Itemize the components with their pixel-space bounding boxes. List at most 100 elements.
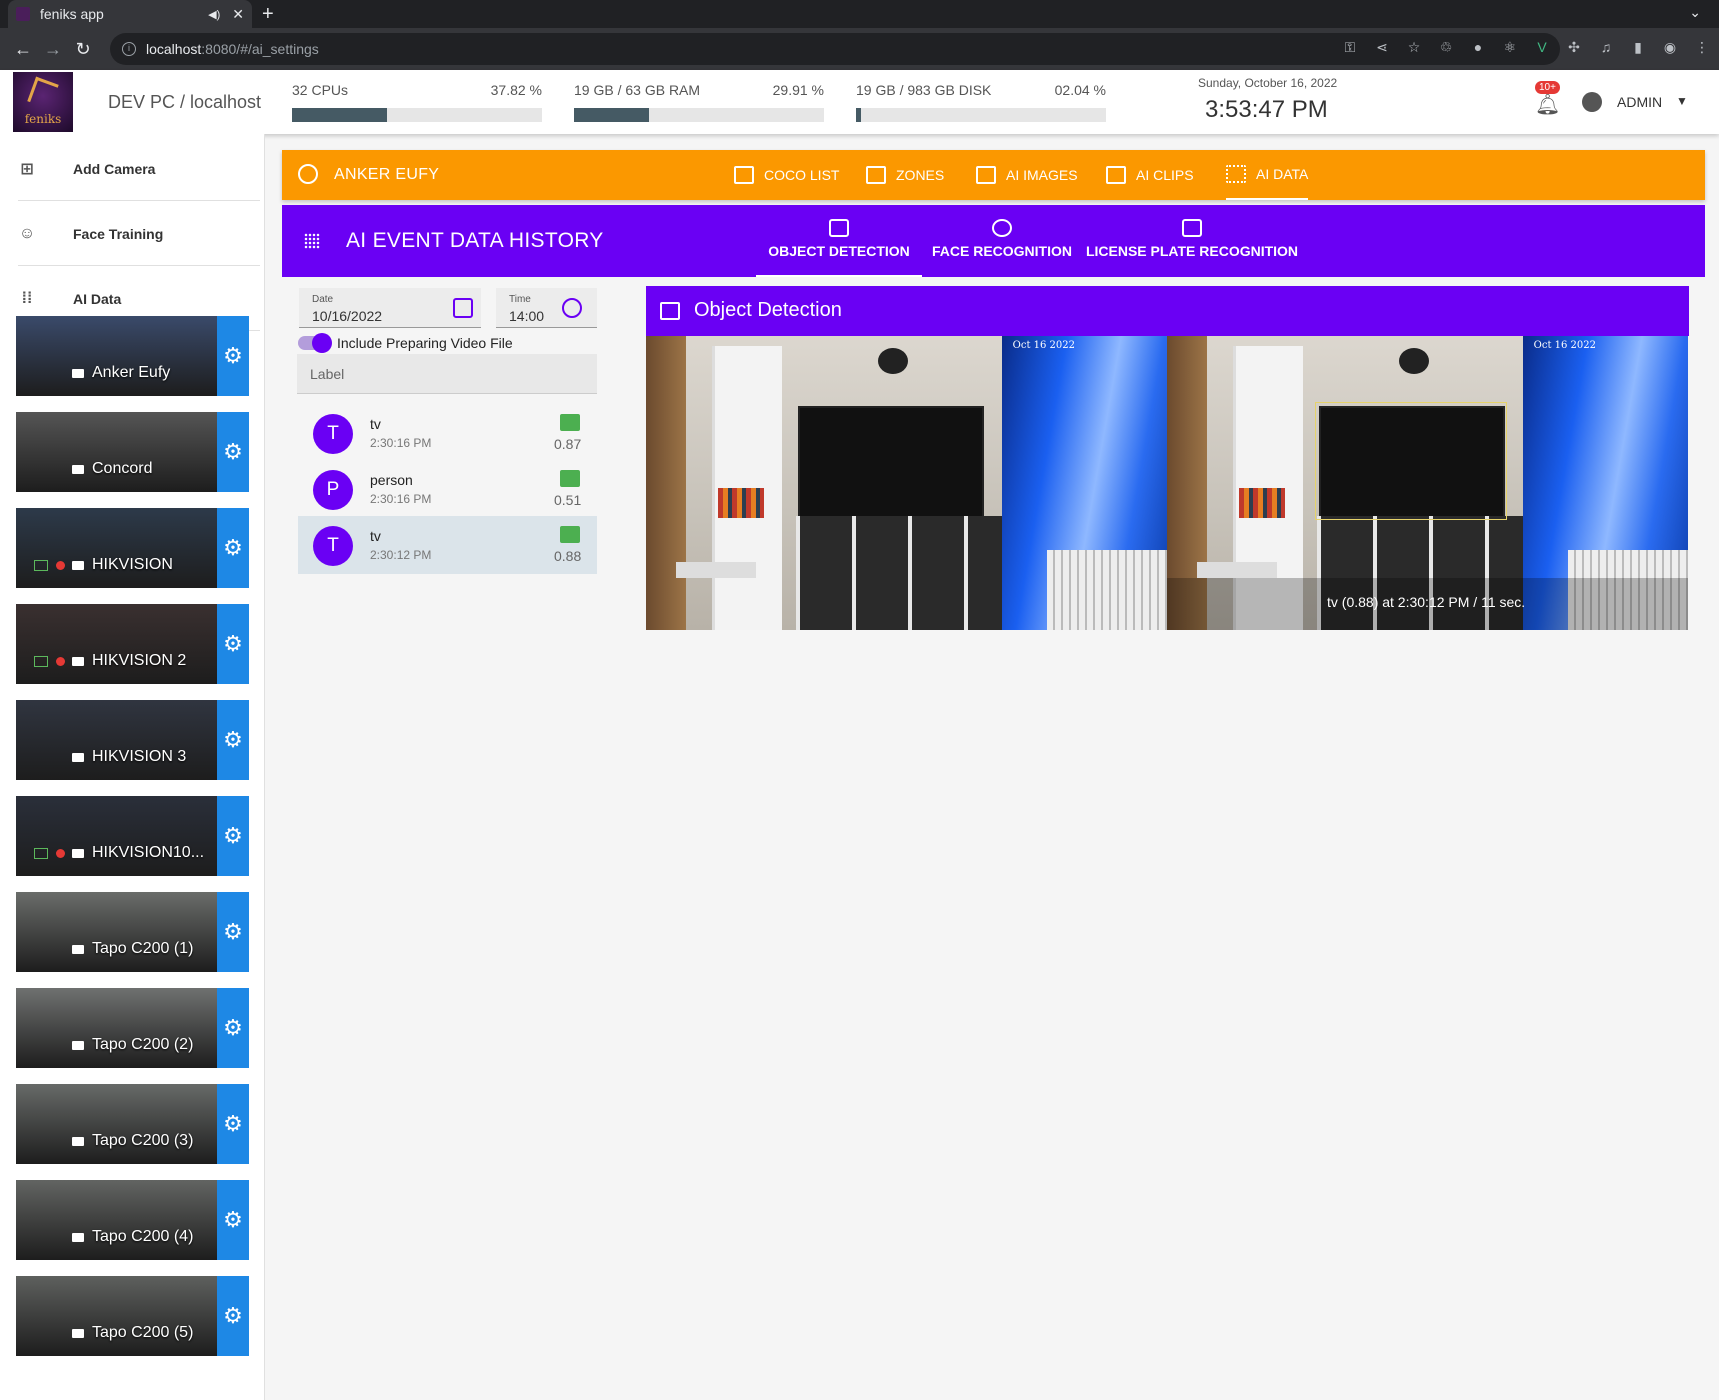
camera-thumbnail[interactable]: Concord xyxy=(16,412,217,492)
camera-thumbnail[interactable]: HIKVISION10... xyxy=(16,796,217,876)
gear-icon[interactable]: ⚙ xyxy=(217,412,249,492)
camera-name: Tapo C200 (1) xyxy=(92,940,194,957)
camera-item[interactable]: HIKVISION10... ⚙ xyxy=(16,796,249,876)
camera-item[interactable]: Tapo C200 (4) ⚙ xyxy=(16,1180,249,1260)
account-circle-icon[interactable] xyxy=(1582,92,1602,112)
detection-image-original[interactable]: Oct 16 2022 xyxy=(646,336,1167,630)
checklist-icon xyxy=(734,166,754,184)
camera-thumbnail[interactable]: Tapo C200 (2) xyxy=(16,988,217,1068)
gear-icon[interactable]: ⚙ xyxy=(217,1084,249,1164)
tab-license-plate-recognition[interactable]: LICENSE PLATE RECOGNITION xyxy=(1082,205,1302,277)
puzzle-icon[interactable]: ✣ xyxy=(1565,39,1583,56)
tab-label: ZONES xyxy=(896,167,945,183)
react-icon[interactable]: ⚛ xyxy=(1501,39,1519,56)
feniks-logo[interactable]: feniks xyxy=(13,72,73,132)
event-score: 0.88 xyxy=(554,548,582,564)
camera-item[interactable]: HIKVISION 2 ⚙ xyxy=(16,604,249,684)
include-preparing-toggle[interactable] xyxy=(298,333,332,353)
star-icon[interactable]: ☆ xyxy=(1405,39,1423,56)
camera-item[interactable]: Concord ⚙ xyxy=(16,412,249,492)
camera-item[interactable]: Tapo C200 (2) ⚙ xyxy=(16,988,249,1068)
tab-label: LICENSE PLATE RECOGNITION xyxy=(1085,243,1299,259)
vue-icon[interactable]: V xyxy=(1533,39,1551,56)
gear-icon[interactable]: ⚙ xyxy=(217,1180,249,1260)
camera-name: HIKVISION 3 xyxy=(92,748,187,765)
camera-name: Tapo C200 (4) xyxy=(92,1228,194,1245)
event-list-item[interactable]: P person 2:30:16 PM 0.51 xyxy=(298,460,597,518)
gear-icon[interactable]: ⚙ xyxy=(217,1276,249,1356)
tab-ai-images[interactable]: AI IMAGES xyxy=(976,150,1078,200)
camera-thumbnail[interactable]: HIKVISION 3 xyxy=(16,700,217,780)
close-tab-icon[interactable]: ✕ xyxy=(232,6,244,23)
date-field[interactable]: Date 10/16/2022 xyxy=(299,288,481,328)
camera-thumbnail[interactable]: Tapo C200 (5) xyxy=(16,1276,217,1356)
camera-item[interactable]: HIKVISION ⚙ xyxy=(16,508,249,588)
camera-item[interactable]: Tapo C200 (3) ⚙ xyxy=(16,1084,249,1164)
tab-coco-list[interactable]: COCO LIST xyxy=(734,150,839,200)
sidebar-item-label: Add Camera xyxy=(73,160,156,177)
gear-icon[interactable]: ⚙ xyxy=(217,316,249,396)
event-list-item-selected[interactable]: T tv 2:30:12 PM 0.88 xyxy=(298,516,597,574)
menu-down-icon[interactable]: ▼ xyxy=(1676,94,1688,108)
gear-icon[interactable]: ⚙ xyxy=(217,796,249,876)
calendar-icon[interactable] xyxy=(453,298,473,318)
browser-tab[interactable]: feniks app ◀) ✕ xyxy=(8,0,252,28)
user-menu-label[interactable]: ADMIN xyxy=(1617,94,1662,110)
gear-icon[interactable]: ⚙ xyxy=(217,508,249,588)
clock-icon[interactable] xyxy=(562,298,582,318)
video-camera-icon xyxy=(72,657,84,666)
notification-bell-icon[interactable]: 🔔︎ xyxy=(1535,92,1560,117)
key-icon[interactable]: ⚿ xyxy=(1341,39,1359,56)
forward-icon[interactable]: → xyxy=(38,39,68,60)
tab-label: OBJECT DETECTION xyxy=(768,243,910,259)
time-field[interactable]: Time 14:00 xyxy=(496,288,597,328)
recycle-icon[interactable]: ♲ xyxy=(1437,39,1455,56)
camera-thumbnail[interactable]: Tapo C200 (3) xyxy=(16,1084,217,1164)
camera-thumbnail[interactable]: Anker Eufy xyxy=(16,316,217,396)
speaker-icon[interactable]: ◀) xyxy=(208,8,220,21)
menu-icon[interactable]: ⋮ xyxy=(1693,39,1711,56)
camera-item[interactable]: Tapo C200 (5) ⚙ xyxy=(16,1276,249,1356)
profile-icon[interactable]: ◉ xyxy=(1661,39,1679,56)
video-camera-icon xyxy=(72,369,84,378)
camera-item[interactable]: HIKVISION 3 ⚙ xyxy=(16,700,249,780)
gear-icon[interactable]: ⚙ xyxy=(217,988,249,1068)
camera-item[interactable]: Anker Eufy ⚙ xyxy=(16,316,249,396)
new-tab-icon[interactable]: + xyxy=(262,3,274,26)
camera-thumbnail[interactable]: HIKVISION xyxy=(16,508,217,588)
tab-ai-clips[interactable]: AI CLIPS xyxy=(1106,150,1194,200)
gear-icon[interactable]: ⚙ xyxy=(217,604,249,684)
event-list-item[interactable]: T tv 2:30:16 PM 0.87 xyxy=(298,404,597,462)
tab-ai-data[interactable]: AI DATA xyxy=(1226,150,1309,200)
extension-circle-icon[interactable]: ● xyxy=(1469,39,1487,56)
sidebar-item-face-training[interactable]: ☺ Face Training xyxy=(18,202,260,266)
share-icon[interactable]: ⋖ xyxy=(1373,39,1391,56)
camera-thumbnail[interactable]: Tapo C200 (1) xyxy=(16,892,217,972)
gear-icon[interactable]: ⚙ xyxy=(217,892,249,972)
video-camera-icon xyxy=(72,753,84,762)
tab-label: AI CLIPS xyxy=(1136,167,1194,183)
dots-grid-icon: ⁞⁞ xyxy=(21,289,33,307)
sidepanel-icon[interactable]: ▮ xyxy=(1629,39,1647,56)
message-icon xyxy=(560,470,580,487)
tab-label: AI DATA xyxy=(1256,166,1309,182)
site-info-icon[interactable]: i xyxy=(122,42,136,56)
detection-image-annotated[interactable]: Oct 16 2022 tv (0.88) at 2:30:12 PM / 11… xyxy=(1167,336,1688,630)
sidebar: ⊞ Add Camera ☺ Face Training ⁞⁞ AI Data … xyxy=(0,134,265,1400)
event-score: 0.51 xyxy=(554,492,582,508)
camera-thumbnail[interactable]: HIKVISION 2 xyxy=(16,604,217,684)
tab-search-icon[interactable]: ⌄ xyxy=(1689,4,1701,21)
date-field-value: 10/16/2022 xyxy=(312,308,383,324)
video-camera-icon xyxy=(72,1137,84,1146)
tab-object-detection[interactable]: OBJECT DETECTION xyxy=(756,205,922,277)
back-icon[interactable]: ← xyxy=(8,39,38,60)
tab-face-recognition[interactable]: FACE RECOGNITION xyxy=(922,205,1082,277)
label-filter-field[interactable]: Label xyxy=(297,354,597,394)
gear-icon[interactable]: ⚙ xyxy=(217,700,249,780)
sidebar-item-add-camera[interactable]: ⊞ Add Camera xyxy=(18,137,260,201)
reload-icon[interactable]: ↻ xyxy=(68,39,98,60)
camera-thumbnail[interactable]: Tapo C200 (4) xyxy=(16,1180,217,1260)
media-icon[interactable]: ♫ xyxy=(1597,39,1615,56)
tab-zones[interactable]: ZONES xyxy=(866,150,944,200)
camera-item[interactable]: Tapo C200 (1) ⚙ xyxy=(16,892,249,972)
